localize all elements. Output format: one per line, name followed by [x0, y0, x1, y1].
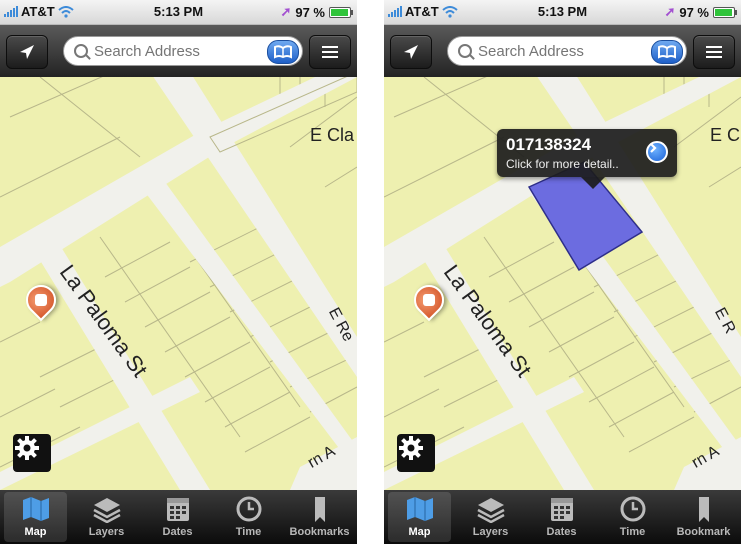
tab-dates[interactable]: Dates [526, 490, 597, 544]
tab-bar: Map Layers Dates Time Bookmarks [0, 490, 357, 544]
battery-percent: 97 % [295, 4, 325, 20]
chevron-right-icon [650, 143, 657, 153]
settings-gear-icon [399, 436, 423, 460]
parcel-map[interactable]: E Cl La Paloma St E R rn A 017138324 Cli… [384, 77, 741, 490]
status-bar: AT&T 5:13 PM ➚ 97 % [0, 0, 357, 25]
bookmark-icon [314, 497, 325, 522]
tab-bookmarks[interactable]: Bookmark [668, 490, 739, 544]
battery-percent: 97 % [679, 4, 709, 20]
battery-icon [329, 6, 353, 18]
search-icon [458, 44, 472, 58]
tab-label-map: Map [24, 526, 47, 538]
clock-icon [236, 496, 261, 522]
tab-map[interactable]: Map [384, 490, 455, 544]
tab-layers[interactable]: Layers [71, 490, 142, 544]
tab-label-bookmarks: Bookmark [676, 526, 731, 538]
search-bar [447, 36, 687, 66]
map-canvas [0, 77, 357, 490]
calendar-icon [550, 498, 573, 521]
tab-label-layers: Layers [472, 526, 509, 538]
menu-button[interactable] [309, 35, 351, 69]
tab-label-time: Time [619, 526, 646, 538]
status-bar: AT&T 5:13 PM ➚ 97 % [384, 0, 741, 25]
street-label-e-cla: E Cl [710, 125, 741, 145]
address-book-icon [274, 45, 292, 59]
tab-label-dates: Dates [162, 526, 193, 538]
settings-button[interactable] [397, 434, 435, 472]
callout-hint: Click for more detail.. [506, 157, 619, 171]
tab-time[interactable]: Time [213, 490, 284, 544]
locate-me-button[interactable] [6, 35, 48, 69]
tab-label-bookmarks: Bookmarks [289, 526, 350, 538]
tab-label-layers: Layers [88, 526, 125, 538]
parcel-id: 017138324 [506, 135, 592, 154]
settings-gear-icon [15, 436, 39, 460]
clock-icon [620, 496, 645, 522]
navigation-bar [0, 25, 357, 77]
address-book-icon [658, 45, 676, 59]
parcel-callout[interactable]: 017138324 Click for more detail.. [497, 129, 677, 189]
phone-screen-left: AT&T 5:13 PM ➚ 97 % Search Address E Cla… [0, 0, 357, 544]
location-services-icon: ➚ [280, 4, 292, 19]
tab-label-dates: Dates [546, 526, 577, 538]
parcel-map[interactable]: E Cla La Paloma St E Re rn A [0, 77, 357, 490]
tab-map[interactable]: Map [0, 490, 71, 544]
locate-me-button[interactable] [390, 35, 432, 69]
detail-disclosure-button[interactable] [646, 141, 668, 163]
tab-bookmarks[interactable]: Bookmarks [284, 490, 355, 544]
layers-icon [92, 498, 121, 523]
search-input[interactable] [478, 42, 646, 60]
navigation-bar [384, 25, 741, 77]
location-arrow-icon [404, 45, 418, 59]
location-arrow-icon [20, 45, 34, 59]
address-book-button[interactable] [651, 40, 683, 64]
tab-bar: Map Layers Dates Time Bookmark [384, 490, 741, 544]
bookmark-icon [698, 497, 709, 522]
tab-layers[interactable]: Layers [455, 490, 526, 544]
settings-button[interactable] [13, 434, 51, 472]
menu-icon [706, 46, 722, 58]
menu-button[interactable] [693, 35, 735, 69]
address-book-button[interactable] [267, 40, 299, 64]
location-services-icon: ➚ [664, 4, 676, 19]
search-input[interactable] [94, 42, 262, 60]
search-bar [63, 36, 303, 66]
tab-dates[interactable]: Dates [142, 490, 213, 544]
menu-icon [322, 46, 338, 58]
search-icon [74, 44, 88, 58]
calendar-icon [166, 498, 189, 521]
tab-label-map: Map [408, 526, 431, 538]
phone-screen-right: AT&T 5:13 PM ➚ 97 % Search Address E Cl … [384, 0, 741, 544]
tab-time[interactable]: Time [597, 490, 668, 544]
tab-label-time: Time [235, 526, 262, 538]
map-tab-icon [406, 497, 433, 521]
map-tab-icon [22, 497, 49, 521]
street-label-e-cla: E Cla [310, 125, 355, 145]
battery-icon [713, 6, 737, 18]
layers-icon [476, 498, 505, 523]
